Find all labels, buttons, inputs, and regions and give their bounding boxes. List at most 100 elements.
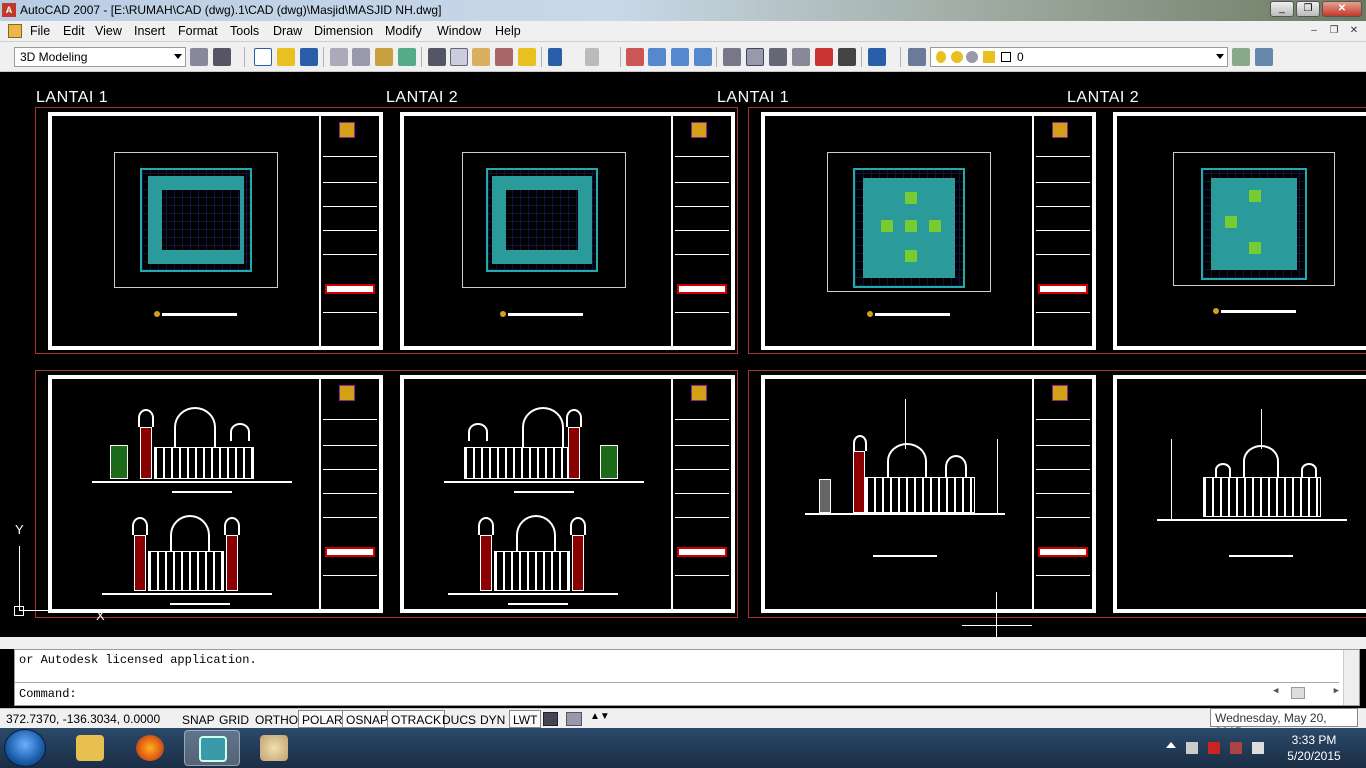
quickcalc-icon[interactable] xyxy=(838,48,856,66)
toggle-dyn[interactable]: DYN xyxy=(476,710,509,728)
toggle-polar[interactable]: POLAR xyxy=(298,710,347,728)
sheet-ceiling-plan-1[interactable] xyxy=(761,112,1096,350)
workspace-settings-icon[interactable] xyxy=(190,48,208,66)
properties-icon[interactable] xyxy=(723,48,741,66)
status-menu-icon[interactable]: ▲▼ xyxy=(590,711,610,722)
toggle-osnap[interactable]: OSNAP xyxy=(342,710,393,728)
undo-icon[interactable] xyxy=(548,48,562,66)
menu-help[interactable]: Help xyxy=(495,24,521,38)
menu-edit[interactable]: Edit xyxy=(63,24,85,38)
menu-draw[interactable]: Draw xyxy=(273,24,302,38)
title-block xyxy=(319,379,379,609)
sheet-ceiling-plan-2[interactable] xyxy=(1113,112,1366,350)
command-window[interactable]: or Autodesk licensed application. Comman… xyxy=(14,649,1360,706)
command-scrollbar[interactable] xyxy=(1343,650,1359,705)
open-icon[interactable] xyxy=(277,48,295,66)
help-icon[interactable] xyxy=(868,48,886,66)
toggle-snap[interactable]: SNAP xyxy=(178,710,219,728)
sheet-section-bb[interactable] xyxy=(1113,375,1366,613)
scroll-left-icon[interactable]: ◀ xyxy=(1273,686,1278,696)
menu-format[interactable]: Format xyxy=(178,24,218,38)
volume-icon[interactable] xyxy=(1252,742,1264,754)
network-icon[interactable] xyxy=(1230,742,1242,754)
side-dome xyxy=(468,423,488,441)
sheet-elevations-1[interactable] xyxy=(48,375,383,613)
workspace-dropdown[interactable]: 3D Modeling xyxy=(14,47,186,67)
command-prompt[interactable]: Command: xyxy=(19,687,77,701)
copy-icon[interactable] xyxy=(450,48,468,66)
plot-preview-icon[interactable] xyxy=(352,48,370,66)
new-icon[interactable] xyxy=(254,48,272,66)
tool-palettes-icon[interactable] xyxy=(769,48,787,66)
layer-dropdown[interactable]: 0 xyxy=(930,47,1228,67)
sheet-floor-plan-1[interactable] xyxy=(48,112,383,350)
toggle-otrack[interactable]: OTRACK xyxy=(387,710,446,728)
scroll-thumb[interactable] xyxy=(1291,687,1305,699)
menu-view[interactable]: View xyxy=(95,24,122,38)
taskbar-paint[interactable] xyxy=(246,730,302,766)
taskbar-autocad[interactable] xyxy=(184,730,240,766)
start-button[interactable] xyxy=(4,729,46,767)
toggle-ducs[interactable]: DUCS xyxy=(438,710,480,728)
action-center-icon[interactable] xyxy=(1186,742,1198,754)
sheet-elevations-2[interactable] xyxy=(400,375,735,613)
minimize-button[interactable]: _ xyxy=(1270,1,1294,17)
scroll-right-icon[interactable]: ▶ xyxy=(1334,686,1339,696)
undo-dropdown-icon[interactable] xyxy=(568,48,576,66)
coordinate-display[interactable]: 372.7370, -136.3034, 0.0000 xyxy=(6,712,160,726)
mdi-close-button[interactable]: ✕ xyxy=(1346,24,1362,38)
document-icon[interactable] xyxy=(8,24,22,38)
menu-tools[interactable]: Tools xyxy=(230,24,259,38)
sheet-set-icon[interactable] xyxy=(792,48,810,66)
clock-date[interactable]: 5/20/2015 xyxy=(1284,749,1344,763)
block-editor-icon[interactable] xyxy=(518,48,536,66)
zoom-previous-icon[interactable] xyxy=(694,48,712,66)
mdi-minimize-button[interactable]: – xyxy=(1306,24,1322,38)
taskbar-firefox[interactable] xyxy=(122,730,178,766)
mdi-restore-button[interactable]: ❐ xyxy=(1326,24,1342,38)
match-properties-icon[interactable] xyxy=(495,48,513,66)
model-space-icon[interactable] xyxy=(543,712,558,726)
paste-icon[interactable] xyxy=(472,48,490,66)
ground-line xyxy=(102,593,272,595)
sheet-floor-plan-2[interactable] xyxy=(400,112,735,350)
antivirus-icon[interactable] xyxy=(1208,742,1220,754)
plot-icon[interactable] xyxy=(330,48,348,66)
menu-insert[interactable]: Insert xyxy=(134,24,165,38)
layer-manager-icon[interactable] xyxy=(908,48,926,66)
clock-time[interactable]: 3:33 PM xyxy=(1284,733,1344,747)
pan-icon[interactable] xyxy=(626,48,644,66)
elevation-caption xyxy=(508,603,568,605)
command-divider[interactable] xyxy=(0,637,1366,649)
design-center-icon[interactable] xyxy=(746,48,764,66)
3d-dwf-icon[interactable] xyxy=(398,48,416,66)
annotation-scale-icon[interactable] xyxy=(566,712,582,726)
show-hidden-icons-icon[interactable] xyxy=(1166,742,1176,748)
menu-window[interactable]: Window xyxy=(437,24,481,38)
markup-icon[interactable] xyxy=(815,48,833,66)
drawing-canvas[interactable]: LANTAI 1 LANTAI 2 LANTAI 1 LANTAI 2 Y X xyxy=(0,72,1366,637)
toggle-grid[interactable]: GRID xyxy=(215,710,253,728)
sheet-section-aa[interactable] xyxy=(761,375,1096,613)
save-icon[interactable] xyxy=(300,48,318,66)
publish-icon[interactable] xyxy=(375,48,393,66)
toggle-ortho[interactable]: ORTHO xyxy=(251,710,302,728)
redo-dropdown-icon[interactable] xyxy=(604,48,612,66)
zoom-window-icon[interactable] xyxy=(671,48,689,66)
command-hscroll[interactable]: ◀ ▶ xyxy=(1271,686,1341,700)
menu-dimension[interactable]: Dimension xyxy=(314,24,373,38)
layer-previous-icon[interactable] xyxy=(1255,48,1273,66)
zoom-realtime-icon[interactable] xyxy=(648,48,666,66)
taskbar-explorer[interactable] xyxy=(62,730,118,766)
close-button[interactable]: ✕ xyxy=(1322,1,1362,17)
menu-modify[interactable]: Modify xyxy=(385,24,422,38)
spire xyxy=(905,399,906,449)
autocad-app-icon[interactable]: A xyxy=(2,3,16,17)
redo-icon[interactable] xyxy=(585,48,599,66)
workspace-save-icon[interactable] xyxy=(213,48,231,66)
restore-button[interactable]: ❐ xyxy=(1296,1,1320,17)
make-object-layer-current-icon[interactable] xyxy=(1232,48,1250,66)
cut-icon[interactable] xyxy=(428,48,446,66)
toggle-lwt[interactable]: LWT xyxy=(509,710,542,728)
menu-file[interactable]: File xyxy=(30,24,50,38)
